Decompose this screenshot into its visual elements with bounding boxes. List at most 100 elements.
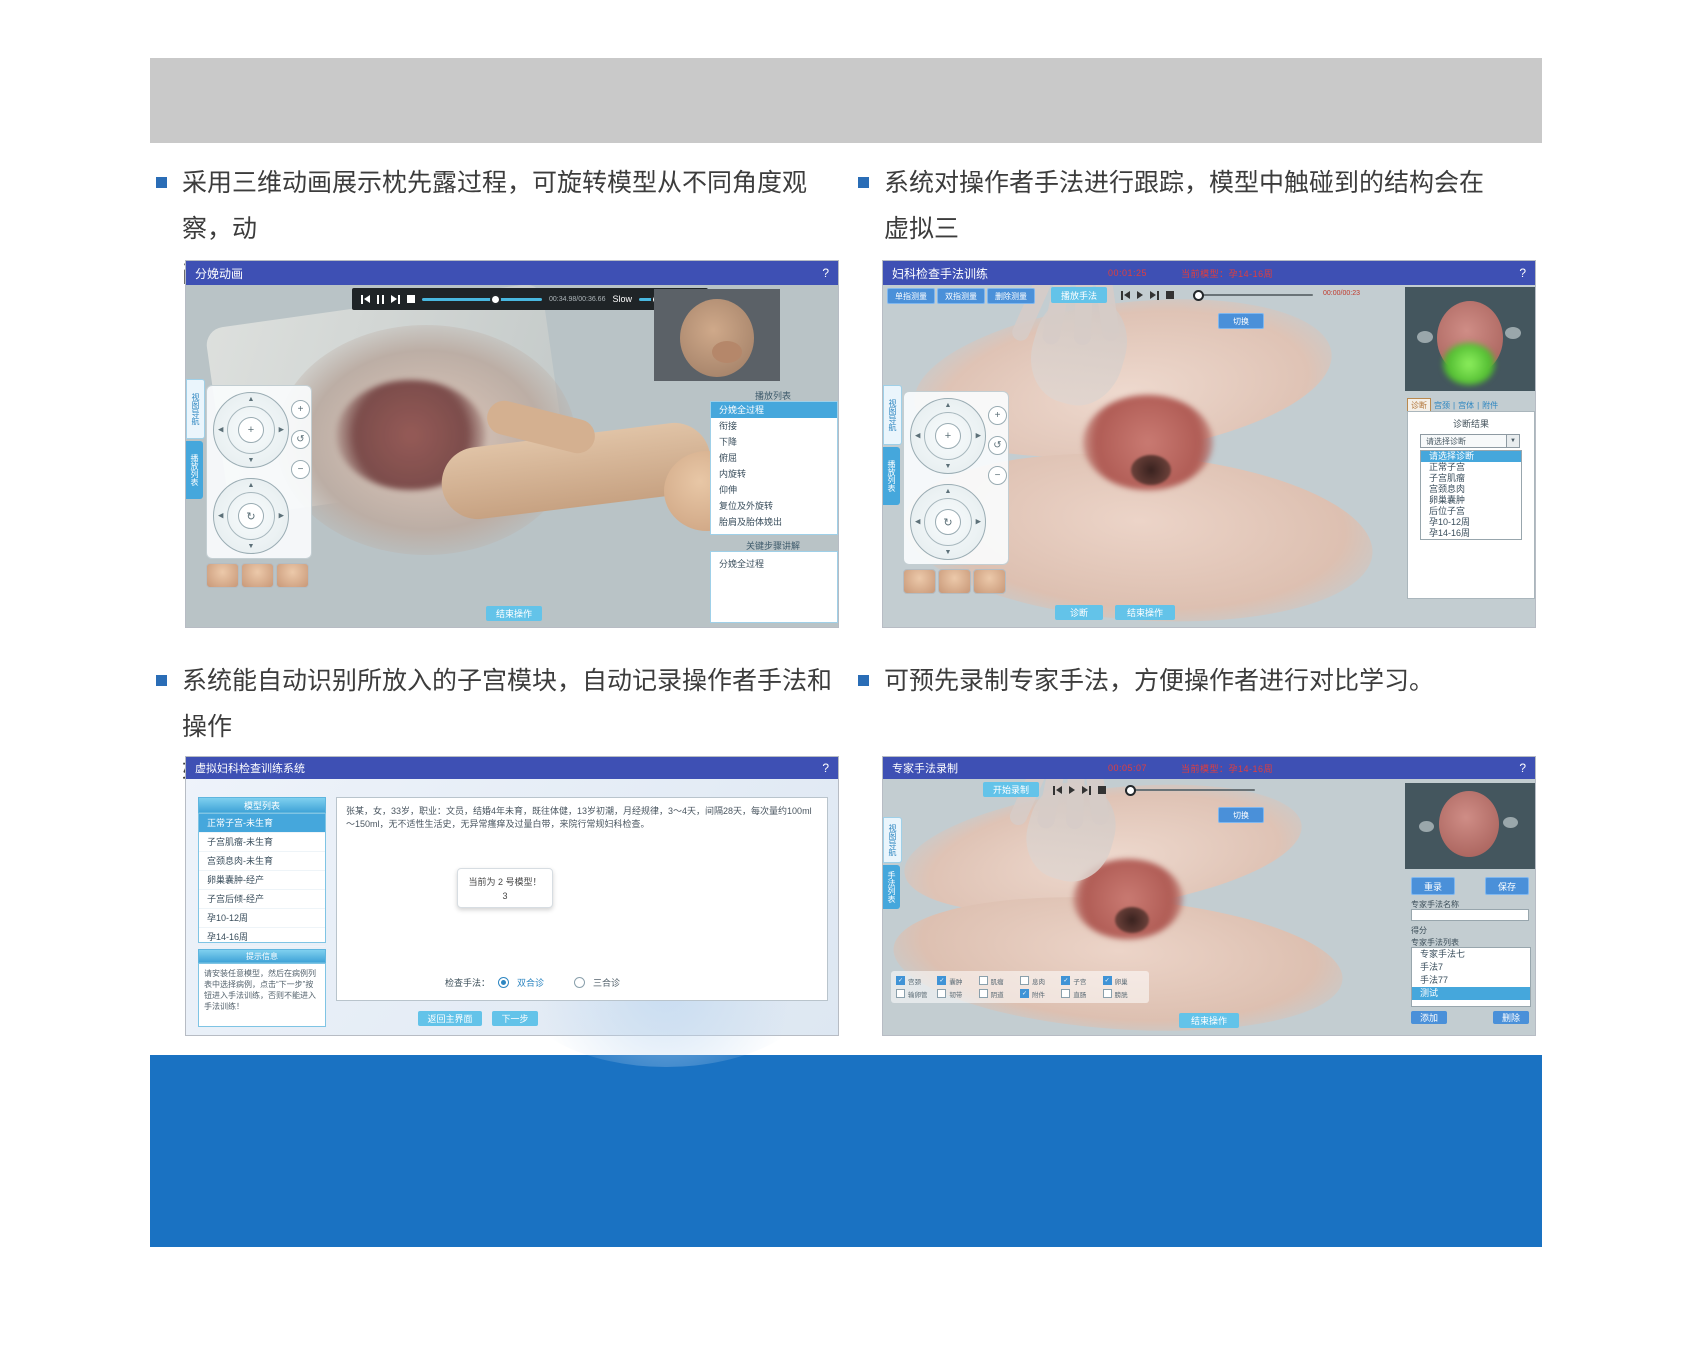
zoom-out-button[interactable]: − bbox=[988, 466, 1007, 485]
progress-slider[interactable] bbox=[422, 298, 542, 301]
tab-technique-list[interactable]: 手法列表 bbox=[883, 865, 900, 909]
model-thumbnail-3[interactable] bbox=[276, 563, 309, 588]
play-technique-button[interactable]: 播放手法 bbox=[1051, 287, 1107, 303]
back-to-main-button[interactable]: 返回主界面 bbox=[418, 1011, 482, 1026]
technique-item[interactable]: 测试 bbox=[1412, 987, 1530, 1000]
save-button[interactable]: 保存 bbox=[1485, 877, 1529, 895]
checkbox-structure[interactable]: ✓韧带 bbox=[937, 989, 978, 999]
checkbox-structure[interactable]: ✓囊肿 bbox=[937, 976, 978, 986]
stop-icon[interactable] bbox=[407, 295, 415, 303]
reset-view-button[interactable]: ↺ bbox=[988, 436, 1007, 455]
diagnosis-option[interactable]: 孕10-12周 bbox=[1421, 517, 1521, 528]
delete-button[interactable]: 删除 bbox=[1493, 1011, 1529, 1024]
checkbox-structure[interactable]: ✓阴道 bbox=[979, 989, 1020, 999]
skip-forward-icon[interactable] bbox=[391, 295, 400, 304]
playlist-item[interactable]: 胎肩及胎体娩出 bbox=[711, 514, 837, 530]
playlist-item[interactable]: 复位及外旋转 bbox=[711, 498, 837, 514]
checkbox-structure[interactable]: ✓息肉 bbox=[1020, 976, 1061, 986]
diagnosis-option[interactable]: 请选择诊断 bbox=[1421, 451, 1521, 462]
single-finger-measure-button[interactable]: 单指测量 bbox=[887, 288, 935, 304]
diagnosis-option[interactable]: 卵巢囊肿 bbox=[1421, 495, 1521, 506]
checkbox-structure[interactable]: ✓肌瘤 bbox=[979, 976, 1020, 986]
rotate-icon[interactable]: ↻ bbox=[238, 503, 264, 529]
radio-trimanual[interactable] bbox=[574, 977, 585, 988]
diagnosis-option[interactable]: 子宫肌瘤 bbox=[1421, 473, 1521, 484]
model-list-item[interactable]: 宫颈息肉-未生育 bbox=[199, 852, 325, 871]
tab-playlist[interactable]: 播放列表 bbox=[186, 441, 203, 499]
zoom-in-button[interactable]: + bbox=[291, 400, 310, 419]
model-thumbnail-3[interactable] bbox=[973, 569, 1006, 594]
model-list-item[interactable]: 子宫肌瘤-未生育 bbox=[199, 833, 325, 852]
stop-icon[interactable] bbox=[1098, 786, 1106, 794]
end-operation-button[interactable]: 结束操作 bbox=[1179, 1013, 1239, 1028]
rerecord-button[interactable]: 重录 bbox=[1411, 877, 1455, 895]
switch-button[interactable]: 切换 bbox=[1218, 313, 1264, 329]
pan-dpad[interactable]: ▲▼◀▶ + bbox=[910, 398, 986, 474]
diagnosis-option[interactable]: 宫颈息肉 bbox=[1421, 484, 1521, 495]
zoom-out-button[interactable]: − bbox=[291, 460, 310, 479]
model-thumbnail-2[interactable] bbox=[938, 569, 971, 594]
progress-knob[interactable] bbox=[1125, 785, 1136, 796]
skip-forward-icon[interactable] bbox=[1082, 786, 1091, 795]
switch-button[interactable]: 切换 bbox=[1218, 807, 1264, 823]
tab-uterus-body[interactable]: 宫体 bbox=[1458, 400, 1474, 411]
tab-playlist[interactable]: 播放列表 bbox=[883, 447, 900, 505]
model-list-item[interactable]: 孕14-16周 bbox=[199, 928, 325, 947]
tab-view-navigation[interactable]: 视图导航 bbox=[883, 385, 902, 445]
tab-cervix[interactable]: 宫颈 bbox=[1434, 400, 1450, 411]
progress-knob[interactable] bbox=[1193, 290, 1204, 301]
tab-view-navigation[interactable]: 视图导航 bbox=[186, 379, 205, 439]
model-thumbnail-1[interactable] bbox=[903, 569, 936, 594]
help-icon[interactable]: ? bbox=[822, 266, 829, 280]
playlist-item[interactable]: 下降 bbox=[711, 434, 837, 450]
rotate-dpad[interactable]: ▲▼◀▶ ↻ bbox=[910, 484, 986, 560]
checkbox-structure[interactable]: ✓直肠 bbox=[1061, 989, 1102, 999]
delete-measure-button[interactable]: 删除测量 bbox=[987, 288, 1035, 304]
skip-back-icon[interactable] bbox=[1121, 291, 1130, 300]
play-icon[interactable] bbox=[1137, 291, 1143, 299]
add-button[interactable]: 添加 bbox=[1411, 1011, 1447, 1024]
model-thumbnail-2[interactable] bbox=[241, 563, 274, 588]
reset-view-button[interactable]: ↺ bbox=[291, 430, 310, 449]
zoom-in-button[interactable]: + bbox=[988, 406, 1007, 425]
rotate-dpad[interactable]: ▲▼◀▶ ↻ bbox=[213, 478, 289, 554]
model-thumbnail-1[interactable] bbox=[206, 563, 239, 588]
help-icon[interactable]: ? bbox=[822, 761, 829, 775]
playlist-item[interactable]: 仰伸 bbox=[711, 482, 837, 498]
checkbox-structure[interactable]: ✓膀胱 bbox=[1103, 989, 1144, 999]
checkbox-structure[interactable]: ✓输卵管 bbox=[896, 989, 937, 999]
skip-back-icon[interactable] bbox=[361, 295, 370, 304]
diagnosis-dropdown[interactable]: 请选择诊断▼ bbox=[1420, 434, 1520, 448]
diagnosis-option[interactable]: 后位子宫 bbox=[1421, 506, 1521, 517]
progress-knob[interactable] bbox=[490, 294, 501, 305]
model-list-item[interactable]: 子宫后倾-经产 bbox=[199, 890, 325, 909]
technique-item[interactable]: 手法7 bbox=[1412, 961, 1530, 974]
diagnosis-option[interactable]: 孕14-16周 bbox=[1421, 528, 1521, 539]
tab-adnexa[interactable]: 附件 bbox=[1482, 400, 1498, 411]
end-operation-button[interactable]: 结束操作 bbox=[486, 606, 542, 621]
diagnose-button[interactable]: 诊断 bbox=[1055, 605, 1103, 620]
checkbox-structure[interactable]: ✓宫颈 bbox=[896, 976, 937, 986]
pan-dpad[interactable]: ▲▼◀▶ + bbox=[213, 392, 289, 468]
start-record-button[interactable]: 开始录制 bbox=[983, 782, 1039, 797]
skip-forward-icon[interactable] bbox=[1150, 291, 1159, 300]
pan-icon[interactable]: + bbox=[238, 417, 264, 443]
play-icon[interactable] bbox=[1069, 786, 1075, 794]
tab-view-navigation[interactable]: 视图导航 bbox=[883, 817, 902, 863]
pause-icon[interactable] bbox=[377, 295, 384, 304]
help-icon[interactable]: ? bbox=[1519, 266, 1526, 280]
technique-item[interactable]: 专家手法七 bbox=[1412, 948, 1530, 961]
checkbox-structure[interactable]: ✓子宫 bbox=[1061, 976, 1102, 986]
progress-slider[interactable] bbox=[1193, 294, 1313, 296]
model-list-item[interactable]: 孕10-12周 bbox=[199, 909, 325, 928]
playlist-item[interactable]: 内旋转 bbox=[711, 466, 837, 482]
model-list-item[interactable]: 正常子宫-未生育 bbox=[199, 814, 325, 833]
end-operation-button[interactable]: 结束操作 bbox=[1115, 605, 1175, 620]
checkbox-structure[interactable]: ✓附件 bbox=[1020, 989, 1061, 999]
model-list-item[interactable]: 卵巢囊肿-经产 bbox=[199, 871, 325, 890]
pan-icon[interactable]: + bbox=[935, 423, 961, 449]
radio-bimanual[interactable] bbox=[498, 977, 509, 988]
diagnosis-option[interactable]: 正常子宫 bbox=[1421, 462, 1521, 473]
skip-back-icon[interactable] bbox=[1053, 786, 1062, 795]
playlist-item[interactable]: 俯屈 bbox=[711, 450, 837, 466]
